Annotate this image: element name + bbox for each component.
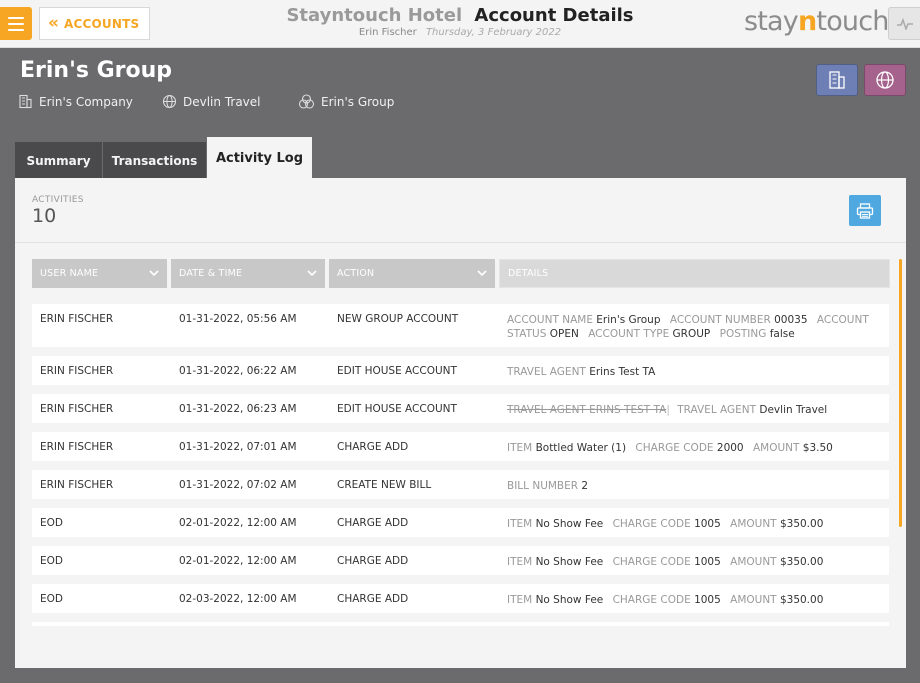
row-date: 01-31-2022, 06:23 AM <box>179 403 297 415</box>
table-row: ERIN FISCHER 01-31-2022, 05:56 AM NEW GR… <box>32 304 889 347</box>
group-label: Erin's Group <box>321 94 395 109</box>
row-user: ERIN FISCHER <box>40 479 114 491</box>
table-row: EOD 02-01-2022, 12:00 AM CHARGE ADD ITEM… <box>32 508 889 537</box>
row-details: ACCOUNT NAME Erin's Group ACCOUNT NUMBER… <box>507 314 869 340</box>
column-header-date-time[interactable]: DATE & TIME <box>171 259 325 288</box>
globe-icon <box>162 94 177 109</box>
row-details: ITEM No Show Fee CHARGE CODE 1005 AMOUNT… <box>507 556 824 568</box>
row-action: CREATE NEW BILL <box>337 479 432 491</box>
business-date: Thursday, 3 February 2022 <box>425 27 562 38</box>
travel-agent-card-button[interactable] <box>864 64 906 96</box>
group-circles-icon <box>298 94 315 109</box>
row-date: 01-31-2022, 05:56 AM <box>179 313 297 325</box>
tab-summary[interactable]: Summary <box>15 142 102 179</box>
chevron-down-icon <box>149 270 159 277</box>
row-user: EOD <box>40 517 63 529</box>
tab-activity-log[interactable]: Activity Log <box>207 137 312 179</box>
row-user: EOD <box>40 555 63 567</box>
table-row: ERIN FISCHER 01-31-2022, 07:01 AM CHARGE… <box>32 432 889 461</box>
row-details: ITEM Bottled Water (1) CHARGE CODE 2000 … <box>507 442 833 454</box>
chevron-down-icon <box>477 270 487 277</box>
row-details: ITEM No Show Fee CHARGE CODE 1005 AMOUNT… <box>507 594 824 606</box>
table-row: EOD 02-03-2022, 12:00 AM CHARGE ADD ITEM… <box>32 584 889 613</box>
row-action: NEW GROUP ACCOUNT <box>337 313 459 325</box>
row-date: 01-31-2022, 06:22 AM <box>179 365 297 377</box>
company-card-button[interactable] <box>816 64 858 96</box>
column-header-user-name[interactable]: USER NAME <box>32 259 167 288</box>
pulse-icon <box>896 17 913 30</box>
table-row <box>32 622 889 626</box>
column-header-action[interactable]: ACTION <box>329 259 495 288</box>
print-button[interactable] <box>849 195 881 226</box>
hotel-name: Stayntouch Hotel <box>286 5 463 26</box>
row-details: BILL NUMBER 2 <box>507 480 589 492</box>
row-action: CHARGE ADD <box>337 441 409 453</box>
row-action: CHARGE ADD <box>337 555 409 567</box>
column-header-details: DETAILS <box>499 259 890 288</box>
header-divider <box>15 242 906 243</box>
current-user-name: Erin Fischer <box>358 27 417 38</box>
table-row: EOD 02-01-2022, 12:00 AM CHARGE ADD ITEM… <box>32 546 889 575</box>
table-row: ERIN FISCHER 01-31-2022, 07:02 AM CREATE… <box>32 470 889 499</box>
row-date: 02-03-2022, 12:00 AM <box>179 593 297 605</box>
vertical-scrollbar[interactable] <box>899 259 902 527</box>
stayntouch-logo: stayntouch <box>744 6 889 37</box>
row-user: ERIN FISCHER <box>40 365 114 377</box>
group-link[interactable]: Erin's Group <box>298 94 394 109</box>
row-date: 02-01-2022, 12:00 AM <box>179 555 297 567</box>
chevron-down-icon <box>307 270 317 277</box>
row-user: ERIN FISCHER <box>40 313 114 325</box>
row-action: EDIT HOUSE ACCOUNT <box>337 403 457 415</box>
row-action: CHARGE ADD <box>337 593 409 605</box>
activities-label: ACTIVITIES <box>32 195 84 205</box>
row-action: CHARGE ADD <box>337 517 409 529</box>
previous-value: TRAVEL AGENT ERINS TEST TA <box>507 404 667 416</box>
table-row: ERIN FISCHER 01-31-2022, 06:23 AM EDIT H… <box>32 394 889 423</box>
row-date: 02-01-2022, 12:00 AM <box>179 517 297 529</box>
row-date: 01-31-2022, 07:01 AM <box>179 441 297 453</box>
activities-count: 10 <box>32 205 57 227</box>
printer-icon <box>856 202 874 219</box>
building-icon <box>19 94 32 109</box>
row-action: EDIT HOUSE ACCOUNT <box>337 365 457 377</box>
activity-pulse-button[interactable] <box>888 7 920 40</box>
company-link[interactable]: Erin's Company <box>18 94 133 109</box>
page-title: Account Details <box>474 5 634 26</box>
travel-agent-link[interactable]: Devlin Travel <box>162 94 260 109</box>
row-details: TRAVEL AGENT Erins Test TA <box>507 366 656 378</box>
activity-table-body[interactable]: ERIN FISCHER 01-31-2022, 05:56 AM NEW GR… <box>32 301 889 626</box>
table-row: ERIN FISCHER 01-31-2022, 06:22 AM EDIT H… <box>32 356 889 385</box>
row-user: EOD <box>40 593 63 605</box>
globe-icon <box>876 71 894 89</box>
activity-log-panel: ACTIVITIES 10 USER NAME DATE & TIME ACTI… <box>15 178 906 668</box>
top-bar: « ACCOUNTS Stayntouch Hotel Account Deta… <box>0 0 920 48</box>
row-user: ERIN FISCHER <box>40 441 114 453</box>
row-details: TRAVEL AGENT ERINS TEST TA| TRAVEL AGENT… <box>507 404 828 416</box>
tab-transactions[interactable]: Transactions <box>103 142 206 179</box>
row-details: ITEM No Show Fee CHARGE CODE 1005 AMOUNT… <box>507 518 824 530</box>
travel-agent-name: Devlin Travel <box>183 94 261 109</box>
building-icon <box>829 71 845 89</box>
row-user: ERIN FISCHER <box>40 403 114 415</box>
company-name: Erin's Company <box>39 94 133 109</box>
group-name-title: Erin's Group <box>20 58 173 83</box>
row-date: 01-31-2022, 07:02 AM <box>179 479 297 491</box>
